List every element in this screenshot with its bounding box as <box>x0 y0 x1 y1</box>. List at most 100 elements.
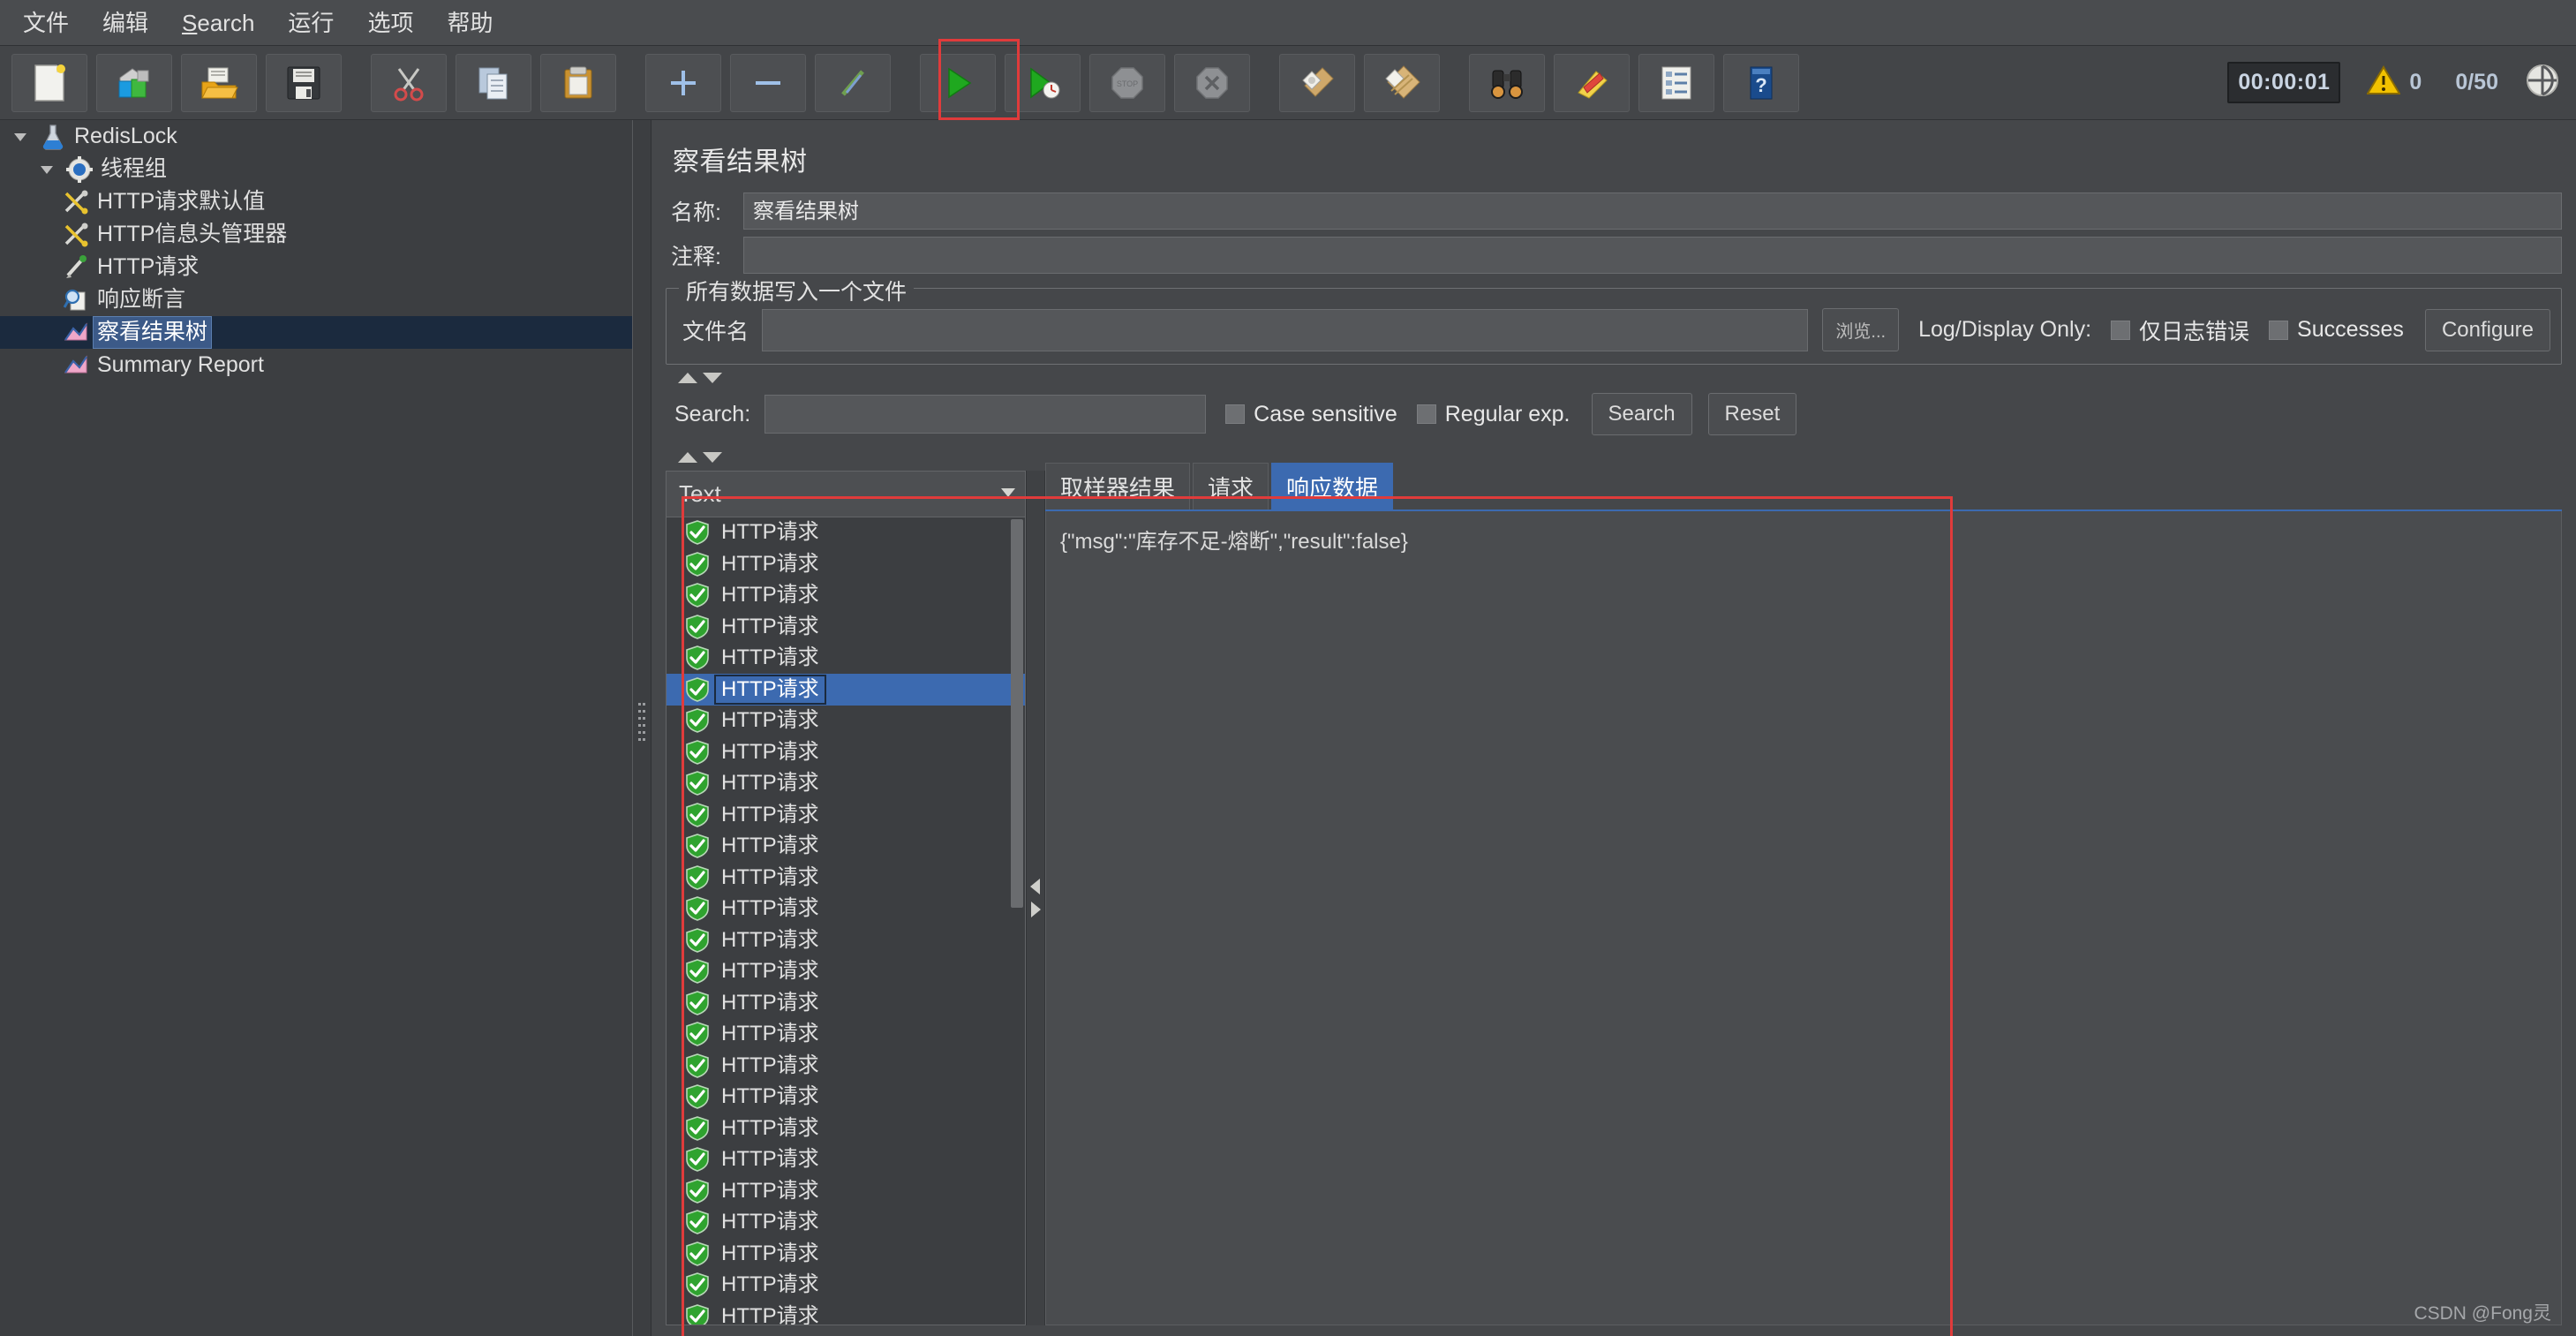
stop-button[interactable]: STOP <box>1089 53 1165 112</box>
case-sensitive-checkbox[interactable]: Case sensitive <box>1225 402 1397 427</box>
start-button[interactable] <box>920 53 996 112</box>
search-reset-button[interactable]: Reset <box>1707 393 1797 435</box>
results-splitter-arrows[interactable] <box>1028 877 1043 919</box>
twisty-expanded-icon[interactable] <box>32 161 62 178</box>
test-plan-tree[interactable]: RedisLock 线程组 HTTP请求默认值 HTTP信息头管理器 HTTP请… <box>0 120 632 1336</box>
twisty-expanded-icon[interactable] <box>5 128 35 146</box>
cut-button[interactable] <box>371 53 447 112</box>
regular-exp-checkbox[interactable]: Regular exp. <box>1416 402 1570 427</box>
help-button[interactable]: ? <box>1723 53 1799 112</box>
function-helper-button[interactable] <box>1638 53 1714 112</box>
tree-item-view-results-tree[interactable]: 察看结果树 <box>0 316 632 349</box>
result-list-item[interactable]: HTTP请求 <box>667 643 1025 675</box>
tree-item-http-defaults[interactable]: HTTP请求默认值 <box>0 185 632 218</box>
result-list-item[interactable]: HTTP请求 <box>667 736 1025 768</box>
browse-button[interactable]: 浏览... <box>1822 308 1900 351</box>
result-list-item[interactable]: HTTP请求 <box>667 831 1025 863</box>
tree-item-http-request[interactable]: HTTP请求 <box>0 251 632 283</box>
shutdown-button[interactable] <box>1174 53 1250 112</box>
collapse-toggle-upper[interactable] <box>676 370 2567 386</box>
successes-checkbox-box[interactable] <box>2269 320 2289 340</box>
collapse-up-icon[interactable] <box>676 449 699 465</box>
start-no-pauses-button[interactable] <box>1005 53 1081 112</box>
clear-button[interactable] <box>1279 53 1355 112</box>
menu-help[interactable]: 帮助 <box>433 7 507 39</box>
result-list-item[interactable]: HTTP请求 <box>667 894 1025 925</box>
warning-indicator[interactable]: 0 <box>2366 65 2422 100</box>
tree-item-summary-report[interactable]: Summary Report <box>0 349 632 381</box>
result-list-item[interactable]: HTTP请求 <box>667 768 1025 800</box>
reset-search-button[interactable] <box>1554 53 1630 112</box>
result-list-item[interactable]: HTTP请求 <box>667 1050 1025 1082</box>
clear-all-button[interactable] <box>1364 53 1440 112</box>
tree-item-header-manager[interactable]: HTTP信息头管理器 <box>0 218 632 251</box>
tree-item-redislock[interactable]: RedisLock <box>0 120 632 153</box>
tree-main-splitter[interactable] <box>632 120 652 1336</box>
menu-run[interactable]: 运行 <box>274 7 348 39</box>
result-list-item[interactable]: HTTP请求 <box>667 1238 1025 1270</box>
result-list-item[interactable]: HTTP请求 <box>667 1301 1025 1325</box>
tree-item-thread-group[interactable]: 线程组 <box>0 153 632 185</box>
search-input[interactable] <box>765 395 1207 434</box>
tab-response-data[interactable]: 响应数据 <box>1271 463 1394 509</box>
errors-only-checkbox[interactable]: 仅日志错误 <box>2111 314 2249 346</box>
result-list-item[interactable]: HTTP请求 <box>667 580 1025 612</box>
result-list-item[interactable]: HTTP请求 <box>667 799 1025 831</box>
filename-input[interactable] <box>762 308 1809 351</box>
new-button[interactable] <box>11 53 87 112</box>
splitter-right-arrow-icon[interactable] <box>1028 900 1043 919</box>
search-button[interactable] <box>1469 53 1545 112</box>
save-button[interactable] <box>266 53 342 112</box>
tab-sampler-result[interactable]: 取样器结果 <box>1045 463 1191 509</box>
splitter-left-arrow-icon[interactable] <box>1028 877 1043 896</box>
regular-exp-checkbox-box[interactable] <box>1416 404 1436 424</box>
comment-input[interactable] <box>743 237 2562 274</box>
menu-file[interactable]: 文件 <box>9 7 83 39</box>
errors-only-checkbox-box[interactable] <box>2111 320 2131 340</box>
result-list-item[interactable]: HTTP请求 <box>667 674 1025 706</box>
results-list-scrollbar[interactable] <box>1011 518 1023 908</box>
menu-search[interactable]: Search <box>168 7 268 39</box>
result-list-item[interactable]: HTTP请求 <box>667 1113 1025 1144</box>
result-list-item[interactable]: HTTP请求 <box>667 611 1025 643</box>
menu-options[interactable]: 选项 <box>353 7 427 39</box>
chevron-down-icon[interactable] <box>997 480 1020 508</box>
result-list-item[interactable]: HTTP请求 <box>667 1270 1025 1302</box>
result-list-item[interactable]: HTTP请求 <box>667 862 1025 894</box>
menu-edit[interactable]: 编辑 <box>88 7 162 39</box>
result-list-item[interactable]: HTTP请求 <box>667 548 1025 580</box>
result-list-item[interactable]: HTTP请求 <box>667 706 1025 737</box>
toggle-button[interactable] <box>815 53 891 112</box>
tab-request[interactable]: 请求 <box>1193 463 1269 509</box>
result-list-item[interactable]: HTTP请求 <box>667 1207 1025 1239</box>
response-data-text[interactable]: {"msg":"库存不足-熔断","result":false} <box>1045 511 2562 1325</box>
results-splitter[interactable] <box>1026 471 1045 1325</box>
result-list-item[interactable]: HTTP请求 <box>667 987 1025 1019</box>
collapse-down-icon[interactable] <box>701 449 724 465</box>
result-list-item[interactable]: HTTP请求 <box>667 1175 1025 1207</box>
paste-button[interactable] <box>540 53 616 112</box>
result-list-item[interactable]: HTTP请求 <box>667 925 1025 956</box>
expand-all-button[interactable] <box>645 53 721 112</box>
search-submit-button[interactable]: Search <box>1591 393 1692 435</box>
results-list[interactable]: HTTP请求 HTTP请求 HTTP请求 HTTP请求 HTTP请求 HTTP请求 HTTP… <box>667 517 1025 1325</box>
result-list-item[interactable]: HTTP请求 <box>667 1144 1025 1176</box>
successes-checkbox[interactable]: Successes <box>2269 317 2404 343</box>
renderer-combo[interactable]: Text <box>667 472 1025 517</box>
open-button[interactable] <box>181 53 257 112</box>
tree-item-response-assertion[interactable]: 响应断言 <box>0 283 632 316</box>
copy-button[interactable] <box>456 53 531 112</box>
collapse-down-icon[interactable] <box>701 370 724 386</box>
result-list-item[interactable]: HTTP请求 <box>667 956 1025 988</box>
remote-globe-icon[interactable] <box>2523 61 2562 104</box>
templates-button[interactable] <box>96 53 172 112</box>
collapse-up-icon[interactable] <box>676 370 699 386</box>
result-list-item[interactable]: HTTP请求 <box>667 1082 1025 1113</box>
collapse-all-button[interactable] <box>730 53 806 112</box>
name-input[interactable]: 察看结果树 <box>743 192 2562 230</box>
result-list-item[interactable]: HTTP请求 <box>667 517 1025 549</box>
case-sensitive-checkbox-box[interactable] <box>1225 404 1246 424</box>
result-list-item[interactable]: HTTP请求 <box>667 1019 1025 1051</box>
collapse-toggle-lower[interactable] <box>676 449 2567 465</box>
configure-button[interactable]: Configure <box>2424 308 2550 351</box>
